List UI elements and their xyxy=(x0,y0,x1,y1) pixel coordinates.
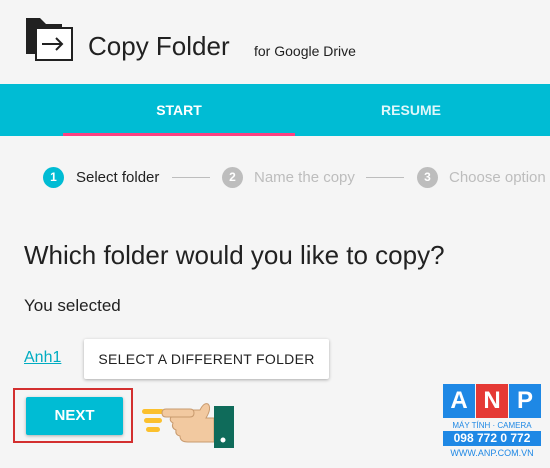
tab-start[interactable]: START xyxy=(63,84,295,136)
step-1-label: Select folder xyxy=(76,169,160,186)
app-title: Copy Folder xyxy=(88,31,230,61)
step-connector xyxy=(366,177,404,178)
anp-letter-a: A xyxy=(443,384,475,418)
step-3-number: 3 xyxy=(417,167,438,188)
select-different-folder-button[interactable]: SELECT A DIFFERENT FOLDER xyxy=(84,339,329,379)
pointing-hand-icon xyxy=(142,403,234,448)
anp-letter-n: N xyxy=(476,384,508,418)
active-tab-indicator xyxy=(63,133,295,136)
anp-watermark-logo: A N P MÁY TÍNH · CAMERA 098 772 0 772 WW… xyxy=(443,384,541,460)
step-1-number: 1 xyxy=(43,167,64,188)
anp-phone: 098 772 0 772 xyxy=(443,431,541,446)
tab-resume[interactable]: RESUME xyxy=(295,84,527,136)
anp-letters: A N P xyxy=(443,384,541,418)
page-heading: Which folder would you like to copy? xyxy=(24,240,445,270)
step-connector xyxy=(172,177,210,178)
app-subtitle: for Google Drive xyxy=(254,43,356,59)
selected-folder-link[interactable]: Anh1 xyxy=(24,349,61,367)
selected-label: You selected xyxy=(24,296,121,315)
stepper: 1 Select folder 2 Name the copy 3 Choose… xyxy=(0,162,550,192)
step-2-number: 2 xyxy=(222,167,243,188)
step-2-label: Name the copy xyxy=(254,169,355,186)
anp-letter-p: P xyxy=(509,384,541,418)
app-header: Copy Folder for Google Drive xyxy=(0,0,550,84)
copy-folder-icon xyxy=(26,18,73,61)
step-3-label: Choose option xyxy=(449,169,546,186)
anp-website: WWW.ANP.COM.VN xyxy=(450,448,534,458)
anp-tagline: MÁY TÍNH · CAMERA xyxy=(452,421,532,430)
tab-bar: START RESUME xyxy=(0,84,550,136)
next-button[interactable]: NEXT xyxy=(26,397,123,435)
